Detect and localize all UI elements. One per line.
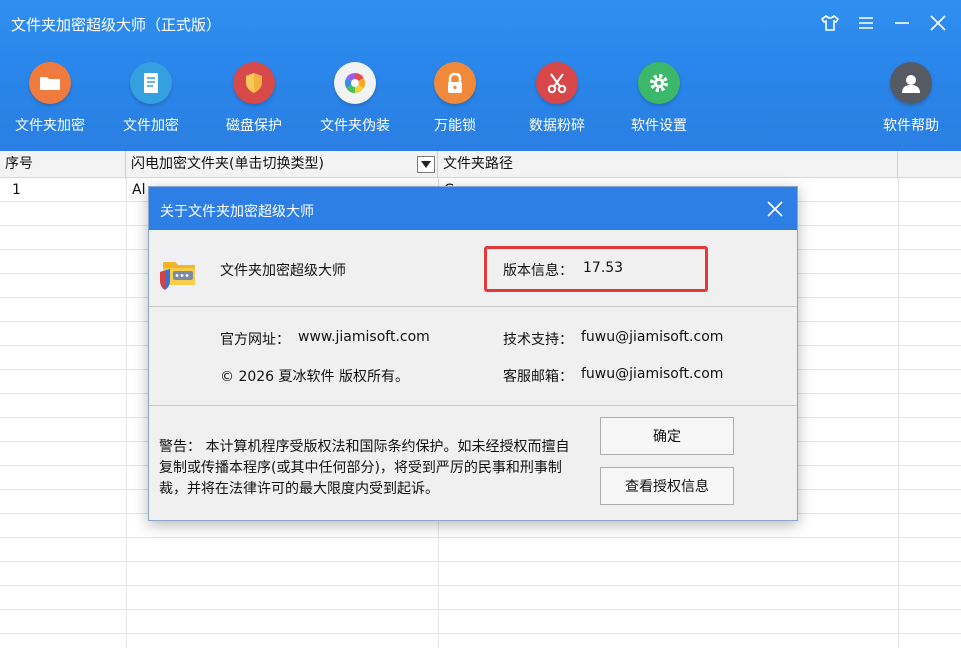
folder-icon [29, 62, 71, 104]
version-highlight-box [484, 246, 708, 292]
service-label: 客服邮箱： [503, 369, 573, 385]
toolbar-label: 文件夹伪装 [320, 118, 390, 134]
toolbar: 文件夹加密 文件加密 磁盘保护 文件夹伪装 万能锁 数据粉碎 软件设置 软件帮助 [0, 62, 961, 144]
toolbar-label: 软件帮助 [883, 118, 939, 134]
close-button[interactable] [925, 10, 951, 36]
ok-button[interactable]: 确定 [600, 417, 734, 455]
shield-icon [233, 62, 275, 104]
shirt-icon [820, 14, 840, 31]
table-row-name[interactable]: Al [124, 179, 145, 202]
type-dropdown-button[interactable] [417, 156, 435, 173]
close-icon [930, 15, 946, 31]
minimize-icon [895, 22, 909, 24]
chevron-down-icon [421, 161, 431, 168]
dialog-title: 关于文件夹加密超级大师 [160, 204, 314, 220]
toolbar-label: 软件设置 [631, 118, 687, 134]
toolbar-help[interactable]: 软件帮助 [861, 62, 961, 135]
user-icon [890, 62, 932, 104]
table-header: 序号 闪电加密文件夹(单击切换类型) 文件夹路径 [0, 151, 961, 178]
skin-button[interactable] [817, 10, 843, 36]
toolbar-data-shred[interactable]: 数据粉碎 [507, 62, 607, 135]
document-icon [130, 62, 172, 104]
toolbar-settings[interactable]: 软件设置 [609, 62, 709, 135]
toolbar-folder-encrypt[interactable]: 文件夹加密 [0, 62, 100, 135]
toolbar-label: 磁盘保护 [226, 118, 282, 134]
dialog-title-bar: 关于文件夹加密超级大师 [149, 187, 797, 230]
toolbar-disk-protect[interactable]: 磁盘保护 [204, 62, 304, 135]
contact-section: 官方网址： www.jiamisoft.com 技术支持： fuwu@jiami… [149, 308, 797, 406]
service-email[interactable]: fuwu@jiamisoft.com [581, 366, 723, 382]
lock-icon [434, 62, 476, 104]
window-title: 文件夹加密超级大师（正式版） [11, 16, 222, 34]
column-divider [126, 178, 127, 648]
view-license-button[interactable]: 查看授权信息 [600, 467, 734, 505]
product-name: 文件夹加密超级大师 [220, 263, 346, 279]
gear-icon [638, 62, 680, 104]
toolbar-file-encrypt[interactable]: 文件加密 [101, 62, 201, 135]
column-header-type[interactable]: 闪电加密文件夹(单击切换类型) [126, 151, 438, 178]
support-label: 技术支持： [503, 332, 573, 348]
toolbar-label: 万能锁 [434, 118, 476, 134]
toolbar-universal-lock[interactable]: 万能锁 [405, 62, 505, 135]
toolbar-label: 文件夹加密 [15, 118, 85, 134]
toolbar-folder-disguise[interactable]: 文件夹伪装 [305, 62, 405, 135]
app-header: 文件夹加密超级大师（正式版） 文件夹加密 文件加密 磁盘保护 文件夹伪装 万能锁… [0, 0, 961, 151]
toolbar-label: 文件加密 [123, 118, 179, 134]
table-row-index[interactable]: 1 [4, 179, 21, 202]
hamburger-icon [859, 17, 873, 29]
about-dialog: 关于文件夹加密超级大师 文件夹加密超级大师 版本信息： 17.53 官方网址： … [148, 186, 798, 521]
menu-button[interactable] [853, 10, 879, 36]
column-header-index[interactable]: 序号 [0, 151, 126, 178]
support-email[interactable]: fuwu@jiamisoft.com [581, 329, 723, 345]
column-header-path[interactable]: 文件夹路径 [438, 151, 898, 178]
color-wheel-icon [334, 62, 376, 104]
warning-text: 警告： 本计算机程序受版权法和国际条约保护。如未经授权而擅自复制或传播本程序(或… [159, 439, 570, 497]
window-controls [817, 10, 951, 36]
column-divider [898, 178, 899, 648]
column-header-extra [898, 151, 961, 178]
dialog-close-button[interactable] [765, 199, 785, 219]
close-icon [767, 201, 783, 217]
minimize-button[interactable] [889, 10, 915, 36]
website-link[interactable]: www.jiamisoft.com [298, 329, 430, 345]
website-label: 官方网址： [220, 332, 290, 348]
copyright-text: © 2026 夏冰软件 版权所有。 [220, 369, 409, 385]
scissors-icon [536, 62, 578, 104]
toolbar-label: 数据粉碎 [529, 118, 585, 134]
app-logo-icon [157, 252, 199, 294]
